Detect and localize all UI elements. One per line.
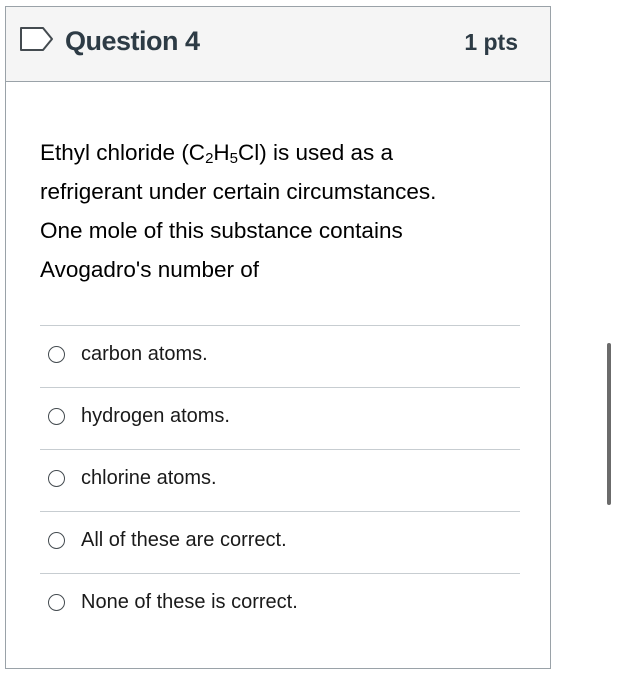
answer-label[interactable]: All of these are correct.: [81, 529, 287, 552]
answer-option[interactable]: chlorine atoms.: [40, 450, 520, 512]
question-header: Question 4 1 pts: [6, 7, 550, 82]
answer-option[interactable]: None of these is correct.: [40, 574, 520, 636]
radio-button[interactable]: [48, 346, 65, 363]
answer-label[interactable]: carbon atoms.: [81, 343, 208, 366]
question-text: Ethyl chloride (C2H5Cl) is used as a ref…: [40, 133, 520, 289]
answer-list: carbon atoms. hydrogen atoms. chlorine a…: [40, 325, 520, 636]
answer-option[interactable]: All of these are correct.: [40, 512, 520, 574]
radio-button[interactable]: [48, 532, 65, 549]
scrollbar-thumb[interactable]: [607, 343, 611, 505]
question-line-4: Avogadro's number of: [40, 257, 260, 282]
answer-option[interactable]: hydrogen atoms.: [40, 388, 520, 450]
question-line-2: refrigerant under certain circumstances.: [40, 179, 437, 204]
flag-icon[interactable]: [19, 26, 55, 52]
question-card: Question 4 1 pts Ethyl chloride (C2H5Cl)…: [5, 6, 551, 669]
radio-button[interactable]: [48, 470, 65, 487]
question-line-1: Ethyl chloride (C2H5Cl) is used as a: [40, 140, 394, 167]
answer-label[interactable]: None of these is correct.: [81, 591, 298, 614]
question-line-3: One mole of this substance contains: [40, 218, 403, 243]
answer-label[interactable]: hydrogen atoms.: [81, 405, 230, 428]
radio-button[interactable]: [48, 594, 65, 611]
answer-option[interactable]: carbon atoms.: [40, 326, 520, 388]
question-title: Question 4: [65, 26, 200, 56]
question-points: 1 pts: [464, 29, 518, 55]
radio-button[interactable]: [48, 408, 65, 425]
answer-label[interactable]: chlorine atoms.: [81, 467, 217, 490]
